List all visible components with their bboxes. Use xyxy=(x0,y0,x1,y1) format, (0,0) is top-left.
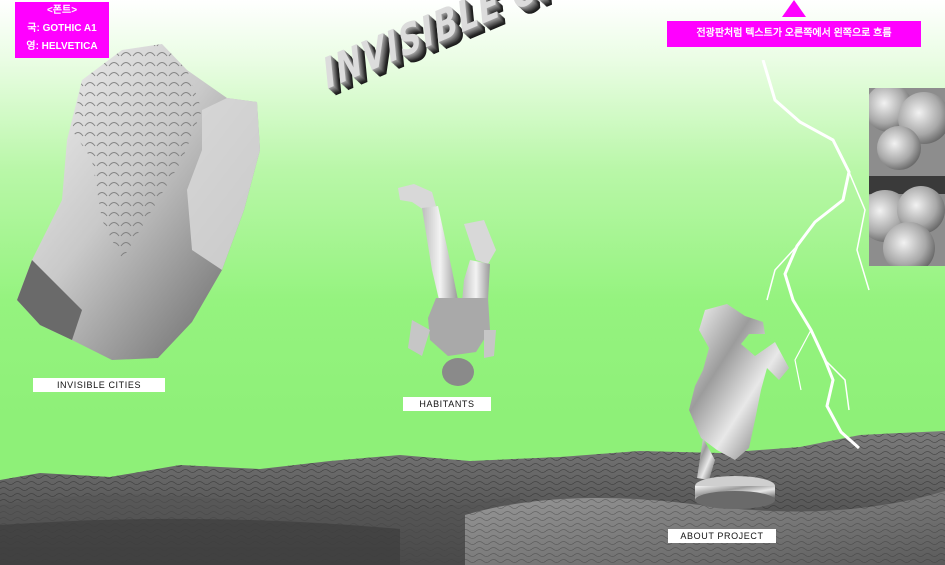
font-note-korean: 국: GOTHIC A1 xyxy=(27,23,97,34)
nav-invisible-cities-link[interactable]: INVISIBLE CITIES xyxy=(33,378,165,392)
chrome-horse-sculpture-image xyxy=(689,304,789,509)
title-text: INVISIBLE CITIES xyxy=(321,0,628,101)
invisible-cities-3d-title: INVISIBLE CITIES xyxy=(318,0,628,128)
statue-head-image xyxy=(17,44,260,360)
page-stage: INVISIBLE CITIES <폰트> 국: GOTHIC A1 영: HE… xyxy=(0,0,945,565)
up-triangle-icon xyxy=(782,0,806,17)
marquee-note-text: 전광판처럼 텍스트가 오른쪽에서 왼쪽으로 흐름 xyxy=(696,28,892,39)
storm-clouds-image xyxy=(869,88,945,266)
nav-about-project-link[interactable]: ABOUT PROJECT xyxy=(668,529,776,543)
font-note-heading: <폰트> xyxy=(46,5,78,16)
marquee-note-box: 전광판처럼 텍스트가 오른쪽에서 왼쪽으로 흐름 xyxy=(667,21,921,47)
font-note-box: <폰트> 국: GOTHIC A1 영: HELVETICA xyxy=(15,2,109,58)
nav-habitants-link[interactable]: HABITANTS xyxy=(403,397,491,411)
falling-man-figure-image xyxy=(398,184,496,386)
font-note-english: 영: HELVETICA xyxy=(26,41,98,52)
